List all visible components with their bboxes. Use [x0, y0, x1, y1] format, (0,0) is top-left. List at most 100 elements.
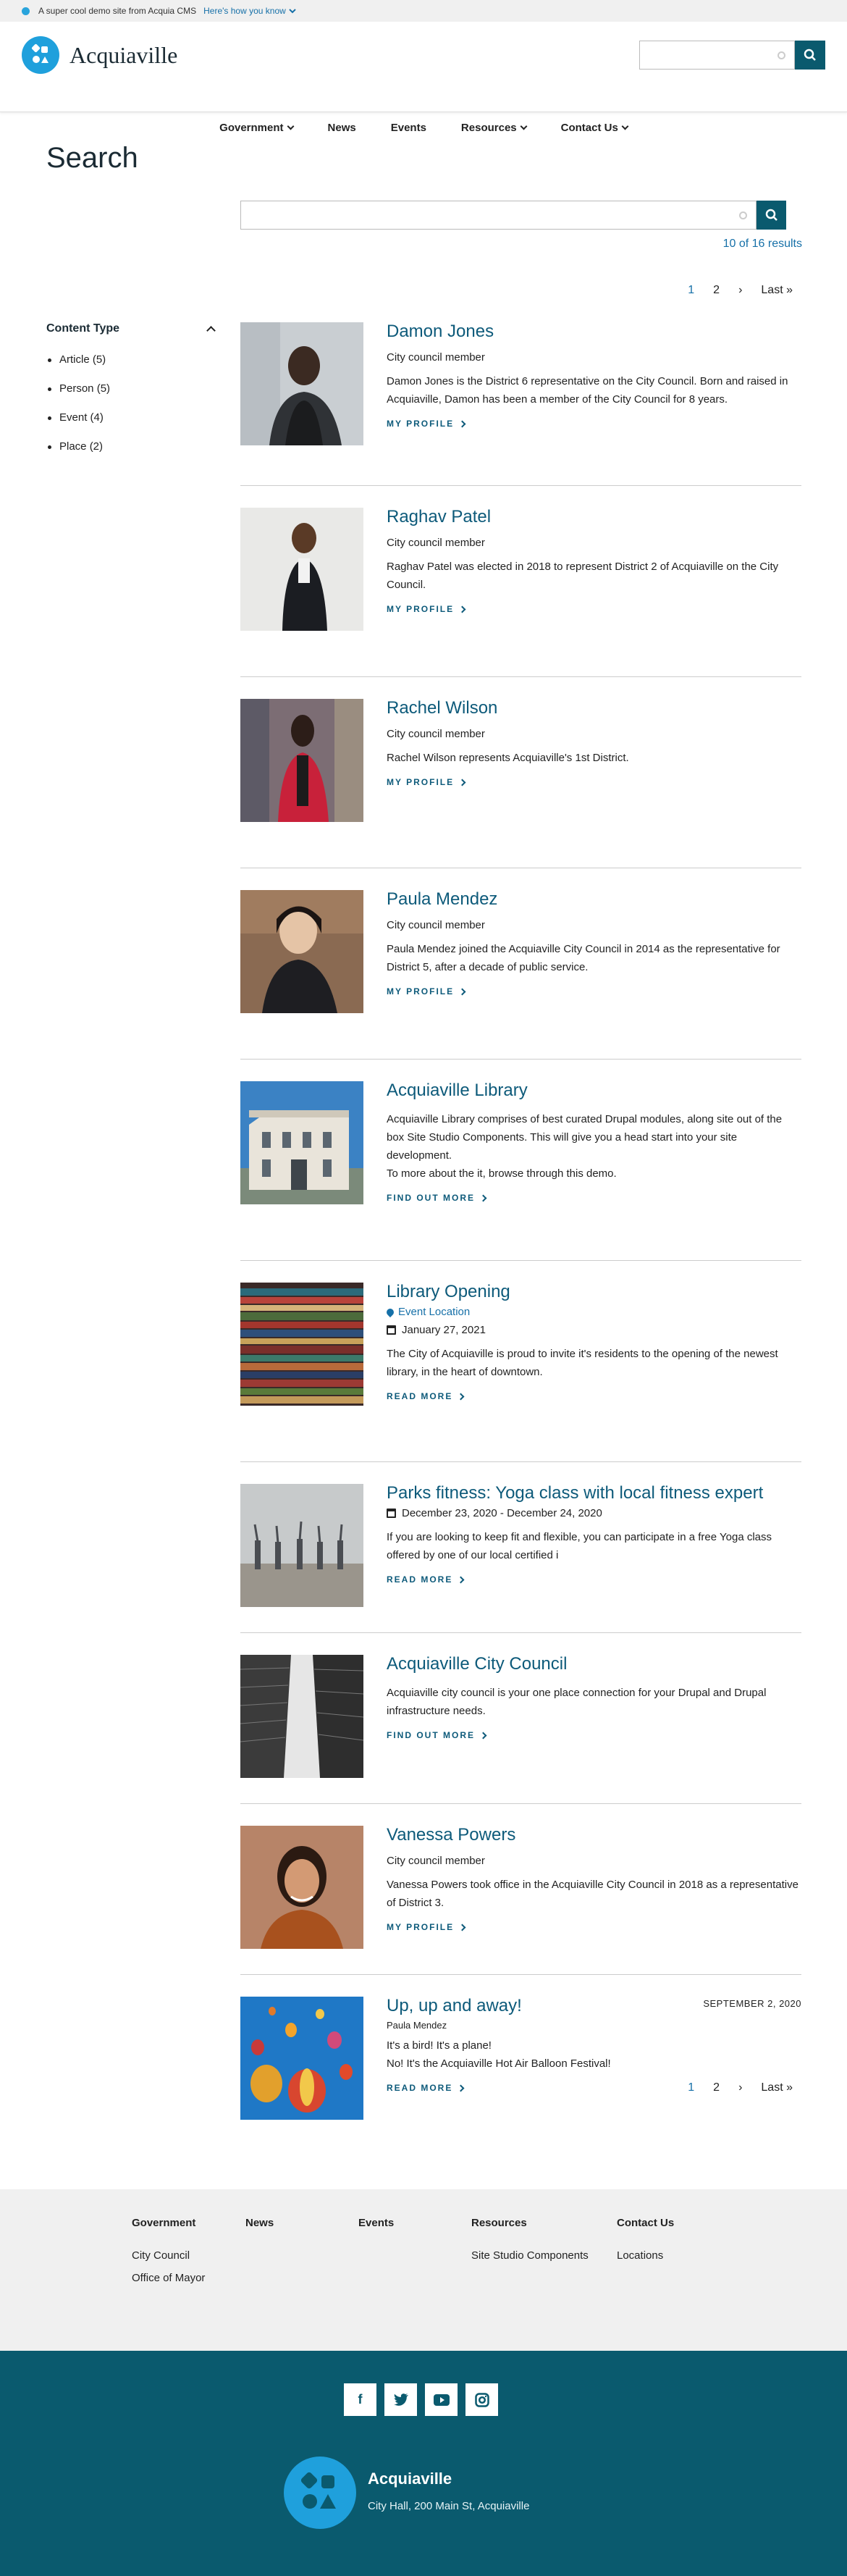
facet-item-article[interactable]: Article (5) — [46, 345, 220, 374]
result-title[interactable]: Library Opening — [387, 1281, 801, 1303]
footer-heading[interactable]: Resources — [471, 2217, 589, 2229]
result-title[interactable]: Acquiaville Library — [387, 1080, 801, 1102]
result-description: No! It's the Acquiaville Hot Air Balloon… — [387, 2057, 611, 2070]
facet-item-person[interactable]: Person (5) — [46, 374, 220, 403]
result-description: It's a bird! It's a plane! — [387, 2039, 492, 2052]
my-profile-link[interactable]: MY PROFILE — [387, 986, 801, 997]
footer-logo-icon[interactable] — [284, 2457, 356, 2529]
result-title[interactable]: Damon Jones — [387, 321, 801, 343]
pager-page[interactable]: 2 — [704, 284, 729, 297]
person-photo[interactable] — [240, 890, 363, 1013]
pager-page[interactable]: 2 — [704, 2081, 729, 2094]
footer-heading[interactable]: Government — [132, 2217, 205, 2229]
pager-last[interactable]: Last » — [751, 284, 802, 297]
footer-bottom: f Acquiaville City Hall, 200 Main St, Ac… — [0, 2351, 847, 2576]
youtube-icon[interactable] — [425, 2383, 458, 2416]
my-profile-link[interactable]: MY PROFILE — [387, 1922, 801, 1932]
drop-icon — [22, 7, 30, 15]
pager-page[interactable]: 1 — [678, 284, 704, 297]
person-photo[interactable] — [240, 699, 363, 822]
article-author: Paula Mendez — [387, 2020, 447, 2031]
footer-heading[interactable]: Contact Us — [617, 2217, 674, 2229]
nav-item-resources[interactable]: Resources — [444, 122, 544, 134]
place-photo[interactable] — [240, 1081, 363, 1204]
footer-heading[interactable]: News — [245, 2217, 274, 2229]
footer-column-government: Government City Council Office of Mayor — [132, 2217, 205, 2294]
result-description: Vanessa Powers took office in the Acquia… — [387, 1879, 798, 1909]
event-photo[interactable] — [240, 1283, 363, 1406]
search-input[interactable] — [240, 201, 757, 230]
nav-item-government[interactable]: Government — [202, 122, 310, 134]
calendar-icon — [387, 1509, 396, 1518]
footer-column-resources: Resources Site Studio Components — [471, 2217, 589, 2272]
chevron-down-icon — [287, 122, 294, 130]
read-more-link[interactable]: READ MORE — [387, 1574, 801, 1585]
nav-item-contact[interactable]: Contact Us — [544, 122, 645, 134]
logo-icon — [22, 36, 59, 74]
footer-link[interactable]: Site Studio Components — [471, 2249, 589, 2262]
footer-heading[interactable]: Events — [358, 2217, 394, 2229]
article-photo[interactable] — [240, 1997, 363, 2120]
footer-link[interactable]: City Council — [132, 2249, 205, 2262]
pager-next[interactable]: › — [729, 2081, 751, 2094]
pager-next[interactable]: › — [729, 284, 751, 297]
search-button[interactable] — [757, 201, 786, 230]
person-photo[interactable] — [240, 1826, 363, 1949]
my-profile-link[interactable]: MY PROFILE — [387, 777, 801, 787]
result-description: Paula Mendez joined the Acquiaville City… — [387, 943, 780, 973]
person-photo[interactable] — [240, 322, 363, 445]
search-icon — [765, 209, 778, 221]
facet-item-place[interactable]: Place (2) — [46, 432, 220, 461]
result-title[interactable]: Vanessa Powers — [387, 1824, 801, 1846]
my-profile-link[interactable]: MY PROFILE — [387, 419, 801, 429]
result-description: Raghav Patel was elected in 2018 to repr… — [387, 561, 779, 591]
result-title[interactable]: Raghav Patel — [387, 506, 801, 528]
facet-content-type: Content Type Article (5) Person (5) Even… — [46, 322, 220, 461]
footer-site-name[interactable]: Acquiaville — [368, 2470, 452, 2488]
pager-top: 1 2 › Last » — [678, 284, 802, 297]
result-title[interactable]: Rachel Wilson — [387, 697, 801, 719]
article-date: SEPTEMBER 2, 2020 — [703, 1998, 801, 2009]
find-out-more-link[interactable]: FIND OUT MORE — [387, 1730, 801, 1740]
site-name: Acquiaville — [69, 41, 178, 68]
footer-link[interactable]: Locations — [617, 2249, 674, 2262]
footer-link[interactable]: Office of Mayor — [132, 2272, 205, 2284]
footer-column-events: Events — [358, 2217, 394, 2249]
facet-toggle[interactable]: Content Type — [46, 322, 220, 335]
banner-text: A super cool demo site from Acquia CMS — [38, 6, 197, 16]
pager-page[interactable]: 1 — [678, 2081, 704, 2094]
nav-item-news[interactable]: News — [311, 122, 374, 134]
person-photo[interactable] — [240, 508, 363, 631]
event-photo[interactable] — [240, 1484, 363, 1607]
chevron-right-icon — [458, 779, 466, 786]
my-profile-link[interactable]: MY PROFILE — [387, 604, 801, 614]
result-item: Acquiaville Library Acquiaville Library … — [240, 1081, 801, 1261]
facet-list: Article (5) Person (5) Event (4) Place (… — [46, 345, 220, 461]
event-date: December 23, 2020 - December 24, 2020 — [387, 1507, 801, 1519]
result-item: Acquiaville City Council Acquiaville cit… — [240, 1653, 801, 1804]
result-title[interactable]: Parks fitness: Yoga class with local fit… — [387, 1482, 801, 1504]
twitter-icon[interactable] — [384, 2383, 417, 2416]
nav-item-events[interactable]: Events — [374, 122, 444, 134]
banner-link[interactable]: Here's how you know — [203, 6, 296, 16]
header-search-input[interactable] — [639, 41, 795, 70]
result-title[interactable]: Acquiaville City Council — [387, 1653, 801, 1675]
instagram-icon[interactable] — [465, 2383, 498, 2416]
find-out-more-link[interactable]: FIND OUT MORE — [387, 1193, 801, 1203]
pager-last[interactable]: Last » — [751, 2081, 802, 2094]
place-photo[interactable] — [240, 1655, 363, 1778]
facet-item-event[interactable]: Event (4) — [46, 403, 220, 432]
chevron-right-icon — [458, 605, 466, 613]
chevron-down-icon — [621, 122, 629, 130]
result-item: SEPTEMBER 2, 2020 Up, up and away! Paula… — [240, 1996, 801, 2120]
read-more-link[interactable]: READ MORE — [387, 1391, 801, 1401]
event-location[interactable]: Event Location — [384, 1306, 801, 1318]
pager-bottom: 1 2 › Last » — [678, 2081, 802, 2094]
facebook-icon[interactable]: f — [344, 2383, 376, 2416]
social-links: f — [344, 2383, 498, 2416]
chevron-right-icon — [479, 1732, 487, 1739]
site-logo[interactable]: Acquiaville — [22, 36, 177, 74]
header-search-button[interactable] — [795, 41, 825, 70]
results-list: Damon Jones City council member Damon Jo… — [240, 322, 801, 2120]
result-title[interactable]: Paula Mendez — [387, 889, 801, 910]
